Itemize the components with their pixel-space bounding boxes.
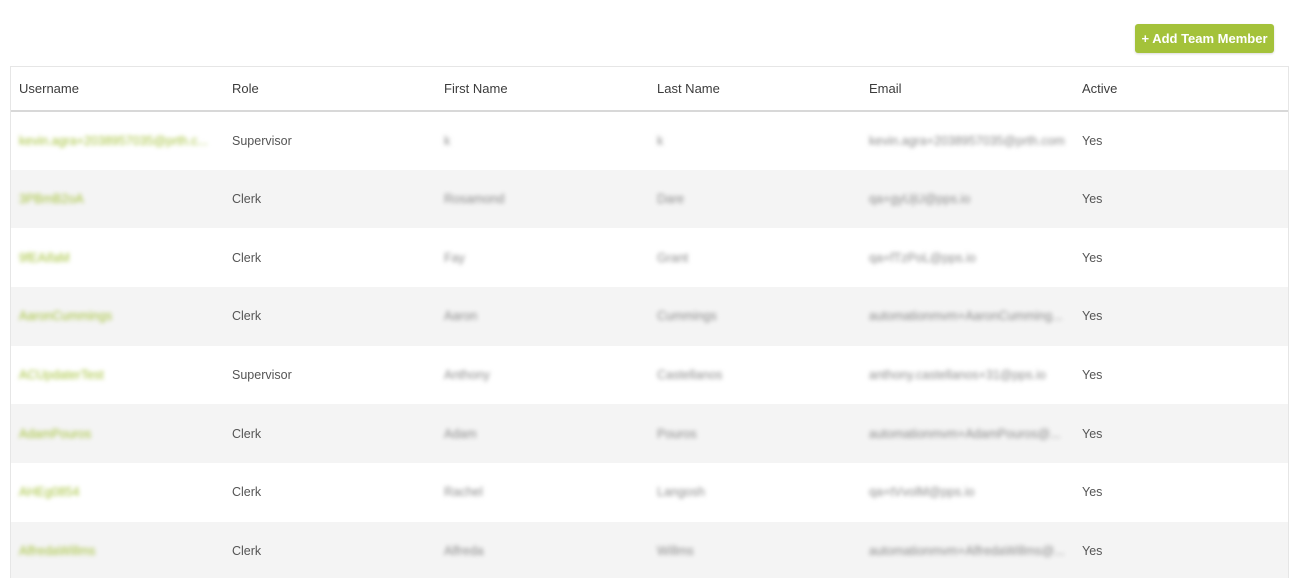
last-name-cell: k (657, 133, 664, 148)
header-last-name[interactable]: Last Name (649, 67, 861, 111)
team-members-table: Username Role First Name Last Name Email… (10, 66, 1289, 578)
email-cell: automationmvm+AlfredaWillms@... (869, 544, 1065, 559)
first-name-cell: Rosamond (444, 192, 505, 207)
email-cell: qa+gyUjU@pps.io (869, 192, 971, 207)
last-name-cell: Cummings (657, 309, 717, 324)
email-cell: qa+fTzPoL@pps.io (869, 250, 976, 265)
active-cell: Yes (1082, 133, 1103, 148)
table-row[interactable]: kevin.agra+2038957035@prth.c... Supervis… (11, 111, 1288, 170)
first-name-cell: k (444, 133, 451, 148)
table-row[interactable]: 3PBmB2oA Clerk Rosamond Dare qa+gyUjU@pp… (11, 169, 1288, 229)
last-name-cell: Willms (657, 544, 694, 559)
role-cell: Clerk (232, 426, 262, 441)
username-link[interactable]: AdamPouros (19, 427, 91, 441)
role-cell: Clerk (232, 309, 262, 324)
active-cell: Yes (1082, 544, 1103, 559)
role-cell: Clerk (232, 485, 262, 500)
last-name-cell: Pouros (657, 426, 697, 441)
first-name-cell: Adam (444, 426, 477, 441)
username-link[interactable]: AHEg0854 (19, 485, 79, 499)
active-cell: Yes (1082, 485, 1103, 500)
last-name-cell: Grant (657, 250, 689, 265)
active-cell: Yes (1082, 426, 1103, 441)
active-cell: Yes (1082, 250, 1103, 265)
table-header: Username Role First Name Last Name Email… (11, 67, 1288, 111)
table-row[interactable]: AlfredaWillms Clerk Alfreda Willms autom… (11, 521, 1288, 578)
role-cell: Clerk (232, 544, 262, 559)
last-name-cell: Castellanos (657, 368, 723, 383)
header-role[interactable]: Role (224, 67, 436, 111)
email-cell: qa+tVvolM@pps.io (869, 485, 975, 500)
active-cell: Yes (1082, 309, 1103, 324)
active-cell: Yes (1082, 368, 1103, 383)
last-name-cell: Langosh (657, 485, 705, 500)
role-cell: Supervisor (232, 133, 292, 148)
role-cell: Clerk (232, 192, 262, 207)
username-link[interactable]: kevin.agra+2038957035@prth.c... (19, 134, 208, 148)
header-active[interactable]: Active (1074, 67, 1288, 111)
first-name-cell: Rachel (444, 485, 483, 500)
first-name-cell: Aaron (444, 309, 478, 324)
header-email[interactable]: Email (861, 67, 1074, 111)
first-name-cell: Alfreda (444, 544, 484, 559)
table-row[interactable]: AdamPouros Clerk Adam Pouros automationm… (11, 404, 1288, 464)
header-first-name[interactable]: First Name (436, 67, 649, 111)
email-cell: automationmvm+AaronCumming... (869, 309, 1063, 324)
table-row[interactable]: AHEg0854 Clerk Rachel Langosh qa+tVvolM@… (11, 463, 1288, 522)
role-cell: Clerk (232, 250, 262, 265)
table-row[interactable]: AaronCummings Clerk Aaron Cummings autom… (11, 287, 1288, 346)
active-cell: Yes (1082, 192, 1103, 207)
username-link[interactable]: AaronCummings (19, 309, 112, 323)
table-body: kevin.agra+2038957035@prth.c... Supervis… (11, 111, 1288, 578)
role-cell: Supervisor (232, 368, 292, 383)
email-cell: automationmvm+AdamPouros@... (869, 426, 1061, 441)
header-username[interactable]: Username (11, 67, 224, 111)
username-link[interactable]: 9fEAifaM (19, 251, 70, 265)
email-cell: kevin.agra+2038957035@prth.com (869, 133, 1065, 148)
table-row[interactable]: 9fEAifaM Clerk Fay Grant qa+fTzPoL@pps.i… (11, 228, 1288, 287)
username-link[interactable]: ACUpdaterTest (19, 368, 104, 382)
first-name-cell: Anthony (444, 368, 490, 383)
username-link[interactable]: AlfredaWillms (19, 544, 95, 558)
last-name-cell: Dare (657, 192, 685, 207)
first-name-cell: Fay (444, 250, 465, 265)
add-team-member-button[interactable]: + Add Team Member (1135, 24, 1274, 53)
table-row[interactable]: ACUpdaterTest Supervisor Anthony Castell… (11, 346, 1288, 405)
team-members-page: + Add Team Member Username Role First Na… (0, 0, 1297, 578)
email-cell: anthony.castellanos+31@pps.io (869, 368, 1046, 383)
username-link[interactable]: 3PBmB2oA (19, 192, 84, 206)
